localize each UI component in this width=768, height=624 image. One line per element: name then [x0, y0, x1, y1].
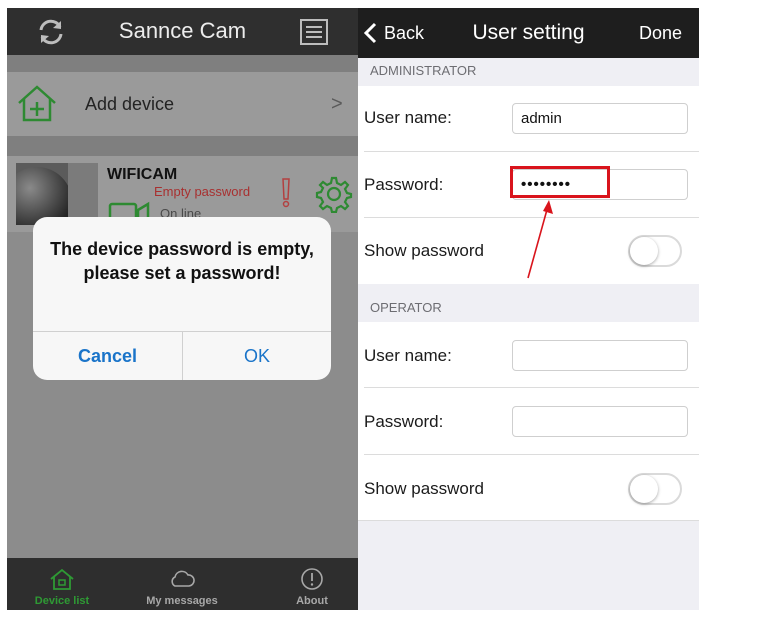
camera-thumbnail[interactable] [16, 163, 98, 225]
list-icon[interactable] [299, 18, 329, 46]
alert-message: The device password is empty, please set… [50, 239, 314, 283]
ok-button[interactable]: OK [183, 332, 331, 380]
admin-username-row: User name: admin [358, 86, 699, 152]
password-label: Password: [364, 175, 444, 194]
username-label: User name: [364, 346, 452, 365]
cancel-button[interactable]: Cancel [33, 332, 182, 380]
app-header: Sannce Cam [7, 8, 358, 55]
warning-icon [282, 178, 290, 208]
alert-dialog: The device password is empty, please set… [33, 217, 331, 380]
operator-username-row: User name: [358, 322, 699, 388]
add-device-row[interactable]: Add device > [7, 72, 358, 136]
section-header-administrator: ADMINISTRATOR [358, 58, 699, 86]
settings-gear-icon[interactable] [315, 175, 353, 213]
password-label: Password: [364, 412, 444, 431]
section-header-operator: OPERATOR [358, 284, 699, 322]
section-title: OPERATOR [370, 300, 442, 315]
admin-show-password-toggle[interactable] [628, 235, 682, 267]
tab-bar: Device list My messages About [7, 558, 358, 610]
spacer [7, 136, 358, 156]
operator-password-row: Password: [358, 388, 699, 455]
user-setting-screen: Back User setting Done ADMINISTRATOR Use… [358, 8, 699, 610]
done-button[interactable]: Done [639, 23, 682, 44]
operator-password-input[interactable] [512, 406, 688, 437]
username-label: User name: [364, 108, 452, 127]
operator-show-password-row: Show password [358, 455, 699, 521]
operator-show-password-toggle[interactable] [628, 473, 682, 505]
cloud-icon [171, 570, 195, 587]
add-home-icon [18, 85, 56, 122]
tab-label: My messages [146, 595, 218, 607]
device-name: WIFICAM [107, 166, 178, 183]
tab-label: Device list [34, 595, 90, 607]
password-warning: Empty password [154, 184, 251, 199]
chevron-right-icon: > [331, 93, 343, 115]
highlight-box [510, 166, 610, 198]
section-title: ADMINISTRATOR [370, 63, 477, 78]
show-password-label: Show password [364, 241, 485, 260]
admin-username-input[interactable]: admin [512, 103, 688, 134]
device-list-screen: Sannce Cam Add device > WIFICAM Empty pa… [7, 8, 358, 610]
tab-device-list[interactable]: Device list [17, 558, 107, 610]
home-icon [50, 568, 74, 590]
info-icon [301, 568, 323, 590]
spacer [7, 55, 358, 72]
nav-bar: Back User setting Done [358, 8, 699, 58]
tab-my-messages[interactable]: My messages [137, 558, 227, 610]
operator-username-input[interactable] [512, 340, 688, 371]
tab-label: About [296, 595, 328, 607]
tab-about[interactable]: About [267, 558, 357, 610]
show-password-label: Show password [364, 479, 485, 498]
pointer-arrow-icon [527, 200, 553, 279]
add-device-label: Add device [85, 94, 175, 114]
